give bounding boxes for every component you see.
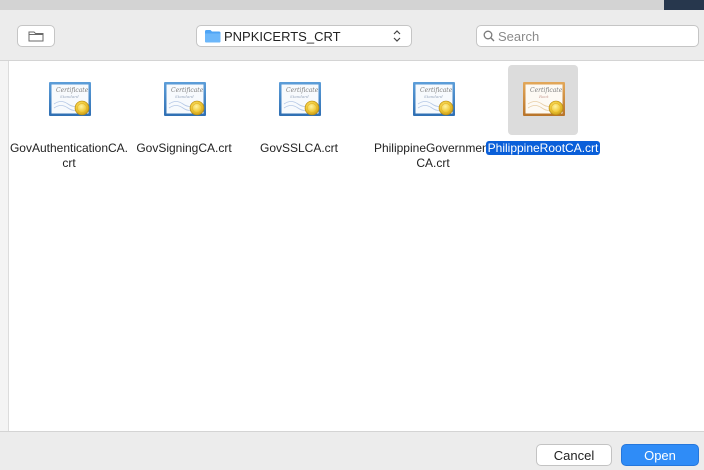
certificate-type-text: Root <box>538 94 549 99</box>
up-down-chevron-icon <box>393 30 401 42</box>
certificate-standard-icon: Certificate Standard <box>163 77 207 121</box>
file-thumbnail: Certificate Standard <box>398 65 468 135</box>
file-grid[interactable]: Certificate Standard GovAuthenticationCA… <box>9 61 704 431</box>
dialog-button-bar: Cancel Open <box>0 431 704 470</box>
certificate-standard-icon: Certificate Standard <box>412 77 456 121</box>
open-button[interactable]: Open <box>621 444 699 466</box>
certificate-root-icon: Certificate Root <box>522 77 566 121</box>
file-item-gov-signing-ca[interactable]: Certificate Standard GovSigningCA.crt <box>124 61 244 191</box>
cancel-button[interactable]: Cancel <box>536 444 612 466</box>
dialog-toolbar: PNPKICERTS_CRT <box>0 10 704 61</box>
certificate-type-text: Standard <box>60 94 79 99</box>
file-name: PhilippineGovernmentCA.crt <box>373 141 493 170</box>
certificate-type-text: Standard <box>290 94 309 99</box>
certificate-type-text: Standard <box>175 94 194 99</box>
certificate-standard-icon: Certificate Standard <box>48 77 92 121</box>
search-input[interactable] <box>498 27 688 45</box>
file-item-gov-authentication-ca[interactable]: Certificate Standard GovAuthenticationCA… <box>9 61 129 191</box>
file-thumbnail: Certificate Standard <box>149 65 219 135</box>
file-thumbnail-selected: Certificate Root <box>508 65 578 135</box>
search-icon <box>483 30 495 42</box>
certificate-type-text: Standard <box>424 94 443 99</box>
file-name-selected: PhilippineRootCA.crt <box>485 141 601 155</box>
certificate-standard-icon: Certificate Standard <box>278 77 322 121</box>
certificate-header-text: Certificate <box>56 87 89 94</box>
certificate-header-text: Certificate <box>420 87 453 94</box>
certificate-header-text: Certificate <box>171 87 204 94</box>
open-file-dialog: PNPKICERTS_CRT Certificate Standard <box>0 0 704 470</box>
window-top-edge <box>0 0 704 10</box>
location-popup[interactable]: PNPKICERTS_CRT <box>196 25 412 47</box>
location-label: PNPKICERTS_CRT <box>224 29 341 44</box>
search-field[interactable] <box>476 25 699 47</box>
certificate-header-text: Certificate <box>286 87 319 94</box>
file-item-gov-ssl-ca[interactable]: Certificate Standard GovSSLCA.crt <box>239 61 359 191</box>
sidebar-edge <box>0 61 9 431</box>
file-item-philippine-root-ca[interactable]: Certificate Root PhilippineRootCA.crt <box>483 61 603 191</box>
file-name: GovSigningCA.crt <box>136 141 232 155</box>
folder-icon <box>205 30 221 43</box>
file-thumbnail: Certificate Standard <box>264 65 334 135</box>
file-thumbnail: Certificate Standard <box>34 65 104 135</box>
new-folder-button[interactable] <box>17 25 55 47</box>
file-name: GovSSLCA.crt <box>259 141 339 155</box>
certificate-header-text: Certificate <box>530 87 563 94</box>
file-item-philippine-government-ca[interactable]: Certificate Standard PhilippineGovernmen… <box>373 61 493 191</box>
file-name: GovAuthenticationCA.crt <box>9 141 129 170</box>
new-folder-icon <box>28 31 44 42</box>
